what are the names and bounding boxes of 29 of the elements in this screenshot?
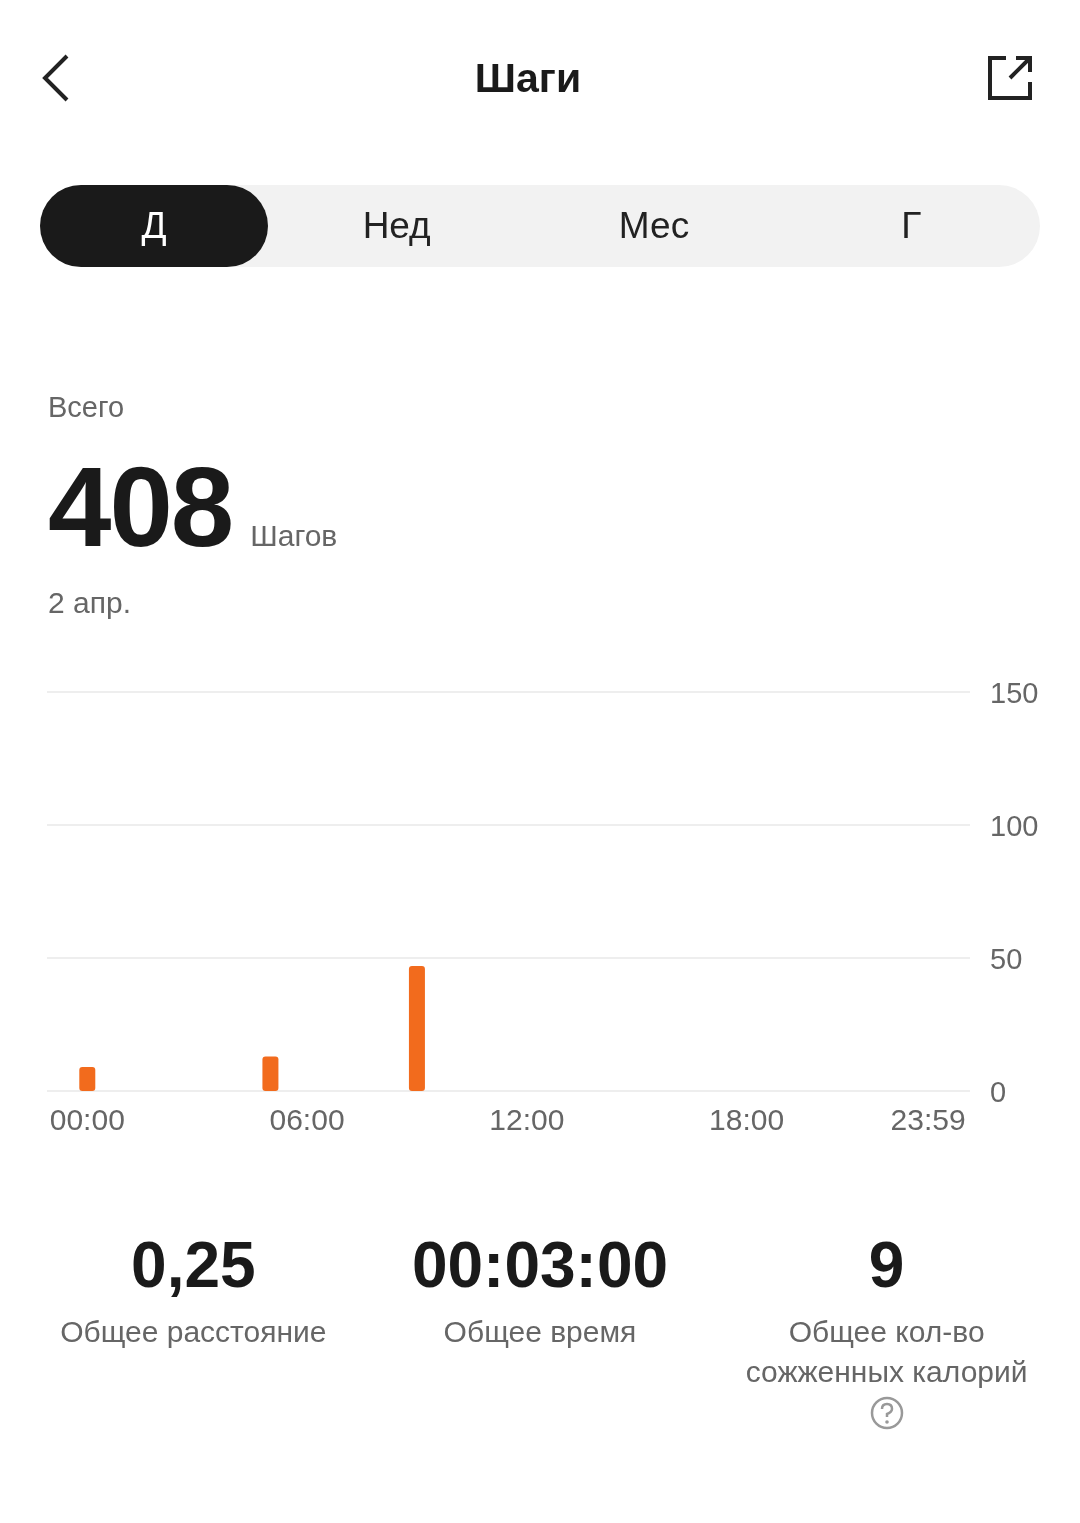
period-tab[interactable]: Нед — [268, 185, 526, 267]
x-tick-label: 12:00 — [489, 1103, 565, 1134]
stat-label: Общее кол-во сожженных калорий — [744, 1314, 1029, 1390]
stat-value: 0,25 — [131, 1228, 256, 1302]
stat-value: 9 — [868, 1228, 905, 1302]
stat-label: Общее время — [443, 1314, 637, 1350]
back-icon[interactable] — [42, 54, 70, 102]
x-tick-label: 06:00 — [269, 1103, 345, 1134]
chart-bar — [262, 1056, 279, 1091]
period-tab[interactable]: Г — [782, 185, 1040, 267]
date-label: 2 апр. — [48, 586, 132, 620]
y-tick-label: 0 — [990, 1076, 1007, 1108]
x-tick-label: 18:00 — [709, 1103, 785, 1134]
y-tick-label: 50 — [990, 943, 1023, 975]
stat-label: Общее расстояние — [60, 1314, 327, 1350]
x-tick-label: 23:59 — [890, 1103, 966, 1134]
y-tick-label: 100 — [990, 810, 1039, 842]
steps-unit: Шагов — [250, 519, 338, 553]
period-tab[interactable]: Мес — [525, 185, 783, 267]
chart-bar — [79, 1067, 96, 1091]
stat-value: 00:03:00 — [411, 1228, 669, 1302]
x-tick-label: 00:00 — [49, 1103, 125, 1134]
period-tab[interactable]: Д — [40, 185, 268, 267]
share-icon[interactable] — [986, 54, 1034, 102]
total-label: Всего — [48, 391, 126, 424]
page-title: Шаги — [474, 54, 582, 102]
help-icon[interactable] — [869, 1396, 904, 1430]
steps-count: 408 — [48, 450, 233, 564]
y-tick-label: 150 — [990, 677, 1039, 709]
